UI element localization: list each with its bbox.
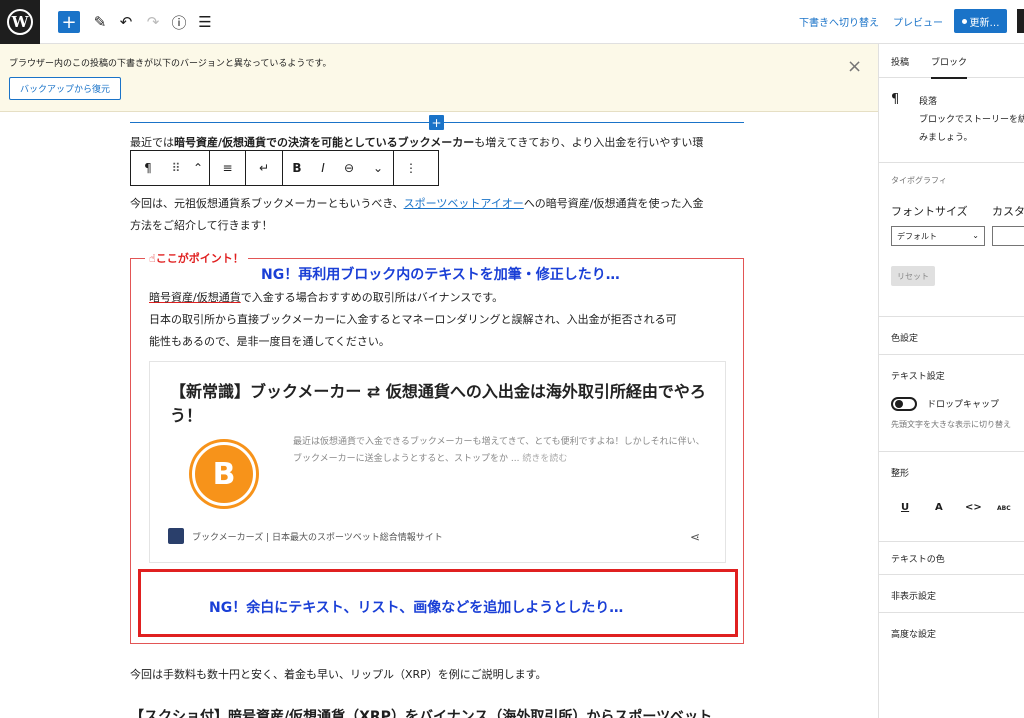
paragraph-block-2[interactable]: 今回は、元祖仮想通貨系ブックメーカーともいうべき、スポーツベットアイオーへの暗号… — [130, 193, 704, 237]
text-color-button[interactable]: A — [935, 502, 943, 513]
advanced-title: 高度な設定 — [891, 630, 937, 640]
para2-prefix: 今回は、元祖仮想通貨系ブックメーカーともいうべき、 — [130, 197, 404, 210]
tab-block[interactable]: ブロック — [931, 55, 968, 79]
underline-button[interactable]: U — [901, 502, 909, 513]
settings-sidebar: 投稿 ブロック ¶ 段落 ブロックでストーリーを紡 みましょう。 タイポグラフィ… — [878, 44, 1024, 718]
drag-handle-icon[interactable]: ⠿ — [165, 151, 187, 185]
callout-paragraph[interactable]: 暗号資産/仮想通貨で入金する場合おすすめの取引所はバイナンスです。 日本の取引所… — [149, 287, 677, 353]
para2-suffix: への暗号資産/仮想通貨を使った入金 — [523, 197, 704, 210]
restore-backup-button[interactable]: バックアップから復元 — [9, 77, 121, 100]
bitcoin-icon: B — [192, 442, 256, 506]
status-dot-icon — [961, 18, 967, 24]
link-icon[interactable]: ⊖ — [335, 151, 363, 185]
code-icon[interactable]: <> — [965, 502, 982, 513]
ng-annotation-1: NG！再利用ブロック内のテキストを加筆・修正したり… — [261, 267, 620, 283]
more-options-icon[interactable]: ⋮ — [394, 151, 428, 185]
block-card: ¶ 段落 ブロックでストーリーを紡 みましょう。 — [879, 78, 1024, 163]
font-size-select-value: デフォルト — [897, 232, 937, 241]
card-site: ブックメーカーズ | 日本最大のスポーツベット総合情報サイト — [168, 528, 443, 544]
add-block-button[interactable]: + — [58, 11, 80, 33]
wordpress-logo[interactable]: W — [0, 0, 40, 44]
hidden-settings-panel[interactable]: 非表示設定 — [879, 575, 1024, 613]
undo-icon[interactable]: ↶ — [118, 11, 134, 33]
hidden-settings-title: 非表示設定 — [891, 592, 937, 602]
font-size-label: フォントサイズ — [891, 205, 968, 218]
paragraph-block-3[interactable]: 今回は手数料も数十円と安く、着金も早い、リップル（XRP）を例にご説明します。 — [130, 664, 547, 686]
reusable-block-callout[interactable]: ☝ここがポイント！ NG！再利用ブロック内のテキストを加筆・修正したり… 暗号資… — [130, 250, 744, 644]
switch-to-draft-link[interactable]: 下書きへ切り替え — [799, 14, 879, 29]
paragraph-block-icon: ¶ — [891, 92, 900, 107]
font-size-select[interactable]: デフォルト ⌄ — [891, 226, 985, 246]
card-excerpt: 最近は仮想通貨で入金できるブックメーカーも増えてきて、とても便利ですよね！しかし… — [293, 434, 711, 468]
chevron-down-icon: ⌄ — [972, 231, 979, 240]
drop-cap-label: ドロップキャップ — [927, 400, 1000, 410]
update-button-label: 更新… — [969, 17, 1000, 29]
drop-cap-description: 先頭文字を大きな表示に切り替え — [891, 420, 1011, 429]
notice-text: ブラウザー内のこの投稿の下書きが以下のバージョンと異なっているようです。 — [9, 59, 332, 69]
typography-title[interactable]: タイポグラフィ — [891, 175, 947, 186]
color-settings-title: 色設定 — [891, 334, 919, 344]
formatting-title: 整形 — [891, 469, 910, 479]
close-icon[interactable]: × — [847, 56, 862, 77]
callout-label: ☝ここがポイント！ — [145, 250, 248, 266]
heading-block[interactable]: 【スクショ付】暗号資産/仮想通貨（XRP）をバイナンス（海外取引所）からスポーツ… — [130, 706, 712, 718]
editor-canvas: + 最近では暗号資産/仮想通貨での決済を可能としているブックメーカーも増えてきて… — [0, 113, 878, 718]
editor-header: W + ✎ ↶ ↷ ⓘ ☰ 下書きへ切り替え プレビュー 更新… — [0, 0, 1024, 44]
para2-line2: 方法をご紹介して行きます！ — [130, 219, 273, 232]
read-more-link[interactable]: 続きを読む — [522, 454, 567, 464]
ng-highlight-box: NG！余白にテキスト、リスト、画像などを追加しようとしたり… — [138, 569, 738, 637]
bold-button[interactable]: B — [283, 151, 311, 185]
para1-bold: 暗号資産/仮想通貨での決済を可能としているブックメーカー — [174, 136, 475, 149]
inserter-plus-icon[interactable]: + — [429, 115, 444, 130]
wordpress-icon: W — [7, 9, 33, 35]
card-site-name: ブックメーカーズ | 日本最大のスポーツベット総合情報サイト — [192, 532, 443, 543]
color-settings-panel[interactable]: 色設定 — [879, 317, 1024, 355]
info-icon[interactable]: ⓘ — [171, 11, 187, 33]
sportsbet-io-link[interactable]: スポーツベットアイオー — [404, 197, 524, 210]
site-favicon-icon — [168, 528, 184, 544]
ng-annotation-2: NG！余白にテキスト、リスト、画像などを追加しようとしたり… — [209, 600, 624, 616]
text-color-panel[interactable]: テキストの色 — [879, 542, 1024, 575]
blog-card[interactable]: 【新常識】ブックメーカー ⇄ 仮想通貨への入出金は海外取引所経由でやろう！ B … — [149, 361, 726, 563]
block-toolbar: ¶ ⠿ ⌃ ≡ ↵ B I ⊖ ⌄ ⋮ — [130, 150, 439, 186]
text-settings-title[interactable]: テキスト設定 — [891, 369, 945, 382]
block-description-2: みましょう。 — [919, 133, 973, 143]
backup-notice: ブラウザー内のこの投稿の下書きが以下のバージョンと異なっているようです。 バック… — [0, 44, 878, 112]
paragraph-icon[interactable]: ¶ — [131, 151, 165, 185]
settings-button[interactable] — [1017, 9, 1024, 33]
block-description: ブロックでストーリーを紡 — [919, 115, 1024, 125]
move-up-down-icon[interactable]: ⌃ — [187, 151, 209, 185]
tab-post[interactable]: 投稿 — [891, 55, 909, 68]
formatting-panel: 整形 — [879, 452, 1024, 542]
advanced-panel[interactable]: 高度な設定 — [879, 613, 1024, 653]
drop-cap-toggle[interactable] — [891, 397, 917, 411]
custom-font-size-input[interactable] — [992, 226, 1024, 246]
text-color-title: テキストの色 — [891, 555, 945, 565]
align-icon[interactable]: ≡ — [210, 151, 245, 185]
para1-prefix: 最近では — [130, 136, 174, 149]
callout-line2: 日本の取引所から直接ブックメーカーに入金するとマネーロンダリングと誤解され、入出… — [149, 313, 677, 326]
reset-button[interactable]: リセット — [891, 266, 935, 286]
card-excerpt-text: 最近は仮想通貨で入金できるブックメーカーも増えてきて、とても便利ですよね！しかし… — [293, 437, 705, 464]
update-button[interactable]: 更新… — [954, 9, 1007, 33]
italic-button[interactable]: I — [311, 151, 335, 185]
block-name: 段落 — [919, 97, 938, 107]
para1-suffix: も増えてきており、より入出金を行いやすい環 — [474, 136, 704, 149]
chevron-down-icon[interactable]: ⌄ — [363, 151, 393, 185]
pen-icon[interactable]: ✎ — [92, 11, 108, 33]
sidebar-tabs: 投稿 ブロック — [879, 44, 1024, 79]
strikethrough-button[interactable]: ABC — [997, 505, 1011, 512]
redo-icon[interactable]: ↷ — [145, 11, 161, 33]
return-icon[interactable]: ↵ — [246, 151, 282, 185]
callout-line1: で入金する場合おすすめの取引所はバイナンスです。 — [240, 291, 504, 304]
card-title: 【新常識】ブックメーカー ⇄ 仮想通貨への入出金は海外取引所経由でやろう！ — [170, 382, 706, 425]
custom-label: カスタ — [992, 205, 1024, 218]
list-view-icon[interactable]: ☰ — [197, 11, 213, 33]
share-icon[interactable]: ⋖ — [690, 530, 700, 544]
preview-link[interactable]: プレビュー — [893, 14, 943, 29]
callout-line3: 能性もあるので、是非一度目を通してください。 — [149, 335, 390, 348]
underlined-term: 暗号資産/仮想通貨 — [149, 291, 241, 304]
